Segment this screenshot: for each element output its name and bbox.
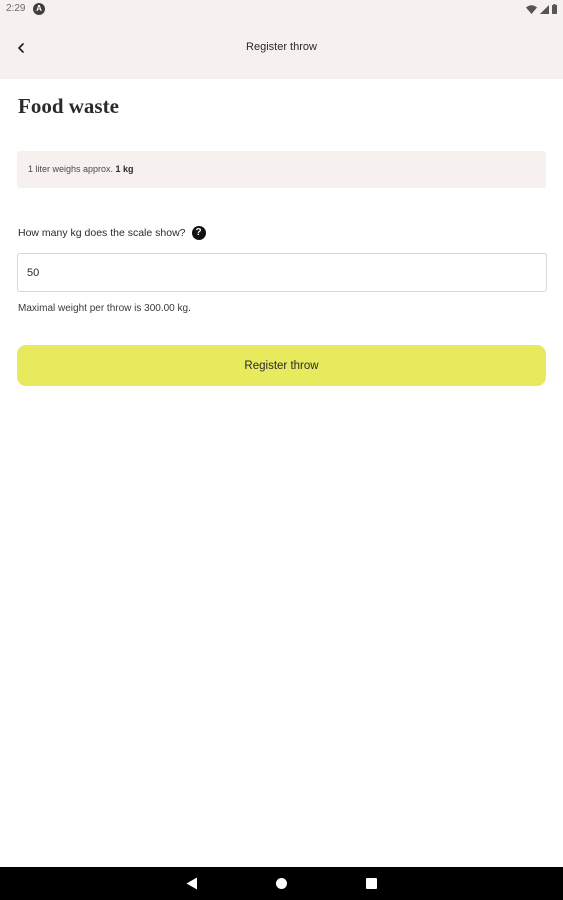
info-text: 1 liter weighs approx. 1 kg <box>28 164 134 174</box>
navigation-bar <box>0 867 563 900</box>
battery-icon <box>552 4 557 14</box>
screen: 2:29 A Register throw Food waste 1 liter <box>0 0 563 900</box>
status-time: 2:29 <box>6 3 26 14</box>
notification-app-icon: A <box>33 3 45 15</box>
app-bar: Register throw <box>0 18 563 79</box>
nav-back-icon[interactable] <box>186 877 198 890</box>
max-weight-note: Maximal weight per throw is 300.00 kg. <box>18 303 191 314</box>
signal-icon <box>540 4 549 14</box>
nav-recents-icon[interactable] <box>366 878 377 889</box>
wifi-icon <box>526 4 537 14</box>
page-title: Food waste <box>18 94 119 118</box>
info-prefix: 1 liter weighs approx. <box>28 164 116 174</box>
help-icon[interactable]: ? <box>191 226 206 240</box>
nav-home-icon[interactable] <box>276 878 287 889</box>
question-row: How many kg does the scale show? ? <box>18 226 206 240</box>
info-value: 1 kg <box>115 164 134 174</box>
status-bar: 2:29 A <box>0 0 563 18</box>
weight-question-label: How many kg does the scale show? <box>18 227 186 239</box>
register-throw-button[interactable]: Register throw <box>17 345 546 386</box>
info-box: 1 liter weighs approx. 1 kg <box>17 151 546 188</box>
weight-input[interactable] <box>17 253 547 292</box>
app-bar-title: Register throw <box>246 41 317 53</box>
status-icons <box>526 3 557 15</box>
